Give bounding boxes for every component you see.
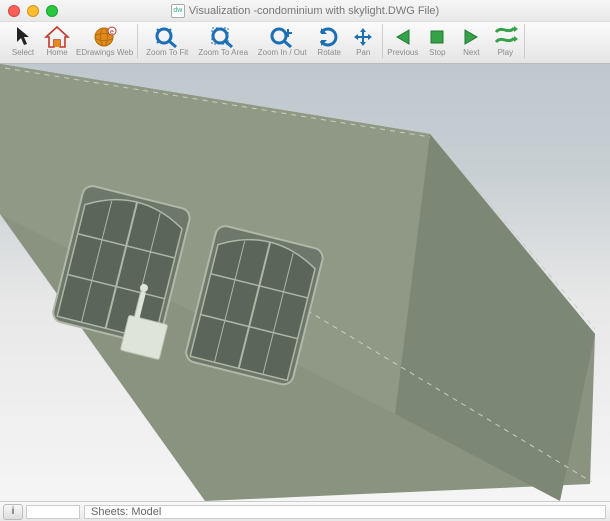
zoom-area-icon [208,24,238,50]
globe-icon: e [90,24,120,50]
play-icon [490,24,520,50]
separator [137,24,138,58]
edrawings-web-button[interactable]: e EDrawings Web [74,22,135,57]
zoom-area-button[interactable]: Zoom To Area [194,22,252,57]
previous-icon [388,24,418,50]
window-title: Visualization -condominium with skylight… [189,5,439,17]
rotate-icon [314,24,344,50]
previous-label: Previous [387,49,418,57]
viewport-3d[interactable] [0,64,610,501]
next-button[interactable]: Next [454,22,488,57]
rotate-button[interactable]: Rotate [312,22,346,57]
stop-icon [422,24,452,50]
previous-button[interactable]: Previous [385,22,420,57]
stop-button[interactable]: Stop [420,22,454,57]
pan-label: Pan [356,49,370,57]
sheets-selector[interactable]: Sheets: Model [84,505,606,519]
next-label: Next [463,49,479,57]
window-title-wrap: dw Visualization -condominium with skyli… [0,4,610,18]
select-button[interactable]: Select [6,22,40,57]
sheets-value: Model [131,506,161,518]
home-button[interactable]: Home [40,22,74,57]
home-icon [42,24,72,50]
info-button[interactable]: i [3,504,23,520]
minimize-icon[interactable] [27,5,39,17]
zoom-inout-icon [267,24,297,50]
rotate-label: Rotate [317,49,341,57]
edrawings-web-label: EDrawings Web [76,49,133,57]
pan-button[interactable]: Pan [346,22,380,57]
status-slot-empty [26,505,80,519]
statusbar: i Sheets: Model [0,501,610,521]
separator [524,24,525,58]
zoom-inout-button[interactable]: Zoom In / Out [252,22,312,57]
play-label: Play [498,49,514,57]
zoom-fit-label: Zoom To Fit [146,49,188,57]
stop-label: Stop [429,49,445,57]
close-icon[interactable] [8,5,20,17]
next-icon [456,24,486,50]
titlebar: dw Visualization -condominium with skyli… [0,0,610,22]
traffic-lights [8,5,58,17]
play-button[interactable]: Play [488,22,522,57]
app-icon: dw [171,4,185,18]
pan-icon [348,24,378,50]
maximize-icon[interactable] [46,5,58,17]
zoom-fit-button[interactable]: Zoom To Fit [140,22,194,57]
zoom-fit-icon [152,24,182,50]
home-label: Home [46,49,67,57]
toolbar: Select Home e EDrawings Web Zoom To Fit … [0,22,610,64]
zoom-inout-label: Zoom In / Out [258,49,307,57]
model-3d [0,64,610,501]
sheets-label: Sheets: [91,506,128,518]
zoom-area-label: Zoom To Area [198,49,248,57]
select-label: Select [12,49,34,57]
svg-text:e: e [110,29,114,36]
cursor-icon [8,24,38,50]
separator [382,24,383,58]
